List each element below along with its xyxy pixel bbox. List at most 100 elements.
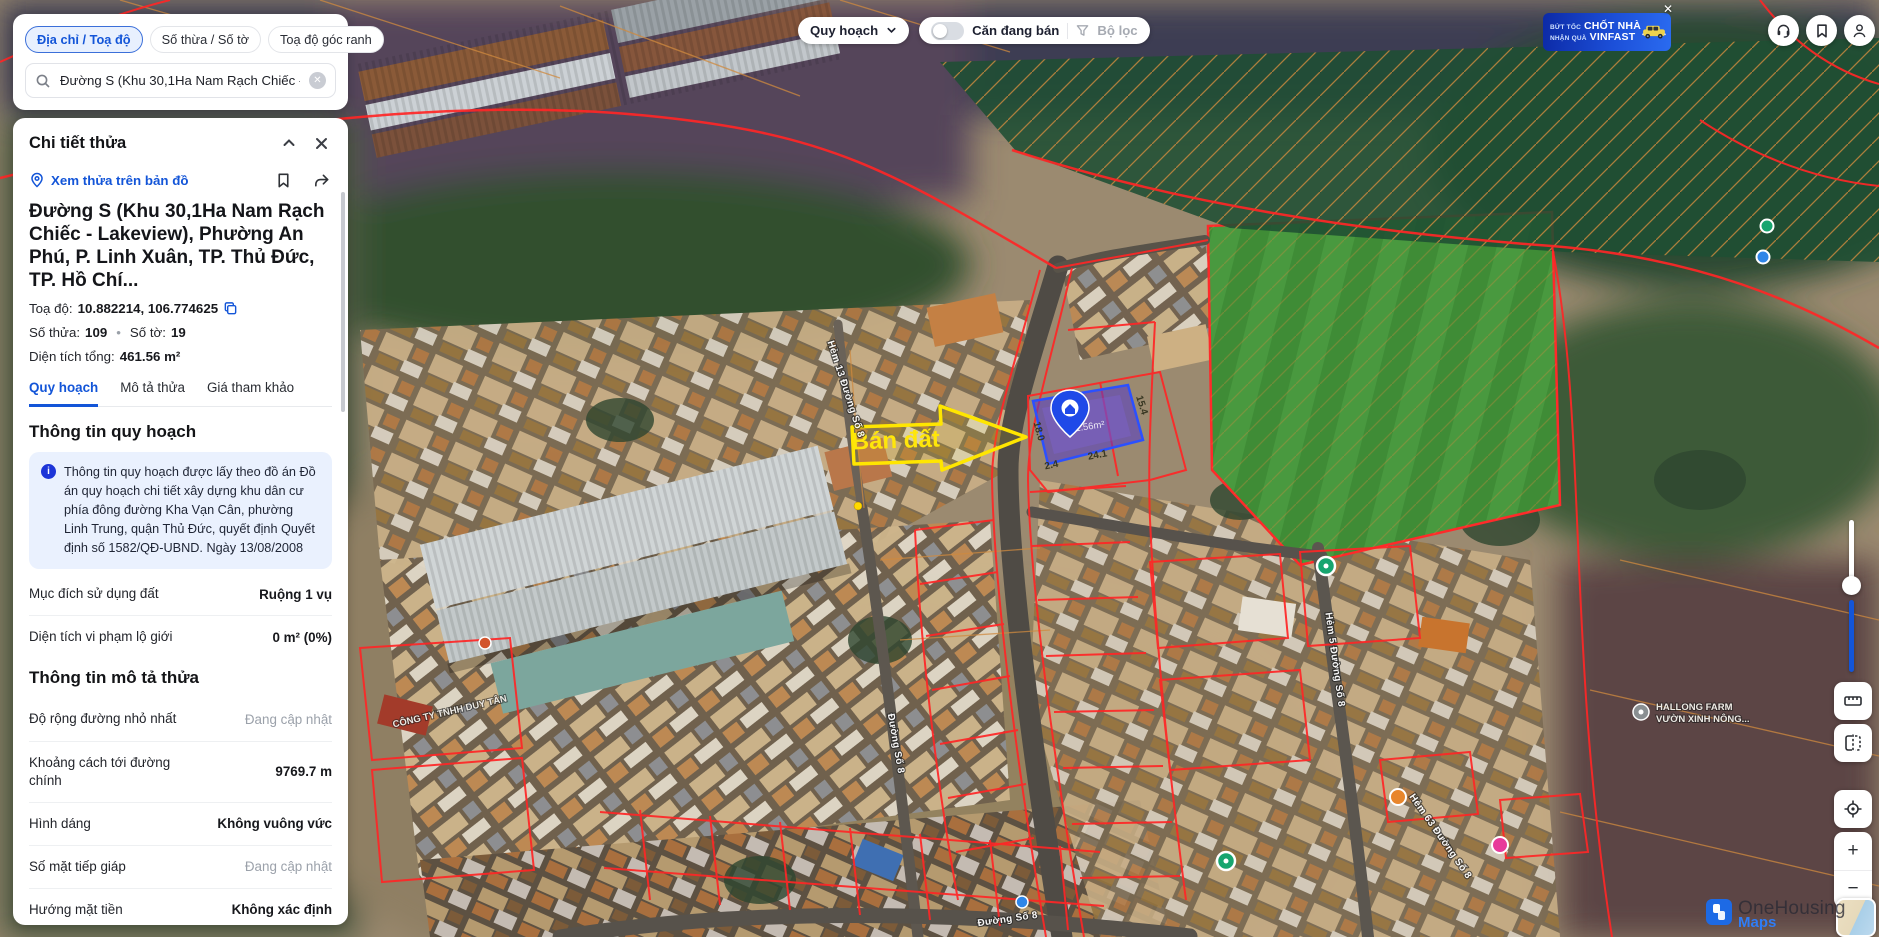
yellow-dot-marker [854,502,862,510]
row-value: 0 m² (0%) [272,630,332,645]
row-adjacent-sides: Số mặt tiếp giáp Đang cập nhật [29,846,332,889]
coords-value: 10.882214, 106.774625 [78,301,219,316]
listings-toggle[interactable] [931,22,964,40]
poi-label-farm-1: HALLONG FARM [1656,702,1733,713]
sheet-number-label: Số tờ: [130,325,166,340]
ad-line2-prefix: NHẬN QUÀ [1550,35,1587,42]
compare-icon [1842,732,1864,754]
info-icon: i [41,464,56,479]
measure-tool-button[interactable] [1834,682,1872,720]
row-min-road-width: Độ rộng đường nhỏ nhất Đang cập nhật [29,698,332,741]
vinfast-ad-banner[interactable]: BỨT TỐCCHỐT NHÀ NHẬN QUÀVINFAST ✕ [1543,13,1671,51]
gps-locate-icon [1842,798,1864,820]
support-headset-button[interactable] [1768,15,1799,46]
total-area-label: Diện tích tổng: [29,349,115,364]
row-label: Độ rộng đường nhỏ nhất [29,710,176,728]
tab-reference-price[interactable]: Giá tham khảo [207,376,294,406]
chevron-down-icon [886,25,897,36]
tab-address-coords[interactable]: Địa chỉ / Toạ độ [25,26,143,53]
panel-title: Chi tiết thửa [29,134,268,153]
row-distance-main-road: Khoảng cách tới đường chính 9769.7 m [29,742,332,803]
bookmark-icon[interactable] [272,169,294,191]
parcel-number-value: 109 [85,325,107,340]
ad-line2: VINFAST [1590,32,1636,43]
map-toolbar: Quy hoạch Căn đang bán Bộ lọc [798,17,1150,44]
person-icon [1851,22,1868,39]
copy-icon[interactable] [223,301,238,316]
row-value: Đang cập nhật [245,712,332,727]
search-input[interactable] [58,72,302,89]
search-box[interactable]: ✕ [25,63,336,98]
filter-button[interactable]: Bộ lọc [1097,23,1137,38]
parcel-address: Đường S (Khu 30,1Ha Nam Rạch Chiếc - Lak… [29,200,332,292]
share-icon[interactable] [310,169,332,191]
detail-tabs: Quy hoạch Mô tả thửa Giá tham khảo [29,376,332,407]
view-on-map-link[interactable]: Xem thửa trên bản đồ [51,173,188,188]
ad-close-icon[interactable]: ✕ [1663,2,1673,16]
search-mode-tabs: Địa chỉ / Toạ độ Số thừa / Số tờ Toạ độ … [25,26,336,53]
row-value: Không vuông vức [217,816,332,831]
clear-search-icon[interactable]: ✕ [309,72,326,89]
row-label: Khoảng cách tới đường chính [29,754,204,790]
saved-bookmark-button[interactable] [1806,15,1837,46]
planning-notice-text: Thông tin quy hoạch được lấy theo đồ án … [64,463,320,558]
tab-description[interactable]: Mô tả thửa [120,376,185,406]
onehousing-logo-icon [1706,899,1732,925]
brand-product: Maps [1738,915,1846,930]
row-value: Đang cập nhật [245,859,332,874]
collapse-chevron-up-icon[interactable] [278,132,300,154]
zoom-in-button[interactable]: + [1834,832,1872,871]
compare-layers-button[interactable] [1834,724,1872,762]
top-right-actions [1768,15,1875,46]
sheet-number-value: 19 [171,325,186,340]
parcel-number-label: Số thửa: [29,325,80,340]
ad-line1-prefix: BỨT TỐC [1550,24,1581,31]
location-pin-icon [29,172,45,188]
total-area-value: 461.56 m² [120,349,181,364]
row-label: Hướng mặt tiền [29,901,123,919]
onehousing-maps-app: 18.0 24.1 15.4 2.4 461.56m² Bán đất Hẻm … [0,0,1879,937]
row-shape: Hình dáng Không vuông vức [29,803,332,846]
slider-track-lower[interactable] [1849,600,1854,672]
map-zoom-slider[interactable] [1849,520,1854,672]
headset-icon [1775,22,1792,39]
coords-label: Toạ độ: [29,301,73,316]
row-label: Hình dáng [29,815,91,833]
row-value: Không xác định [232,902,332,917]
listings-toggle-label: Căn đang bán [972,23,1059,38]
locate-me-button[interactable] [1834,790,1872,828]
ruler-icon [1842,690,1864,712]
divider [1067,23,1068,39]
slider-knob[interactable] [1842,576,1861,595]
field-hatch [1208,212,1560,565]
planning-notice: i Thông tin quy hoạch được lấy theo đồ á… [29,452,332,569]
car-illustration [1641,17,1667,47]
tab-parcel-sheet[interactable]: Số thừa / Số tờ [150,26,261,53]
panel-scrollbar[interactable] [341,192,345,412]
row-violation-area: Diện tích vi phạm lộ giới 0 m² (0%) [29,616,332,658]
account-button[interactable] [1844,15,1875,46]
poi-label-farm-2: VƯỜN XINH NÔNG... [1656,713,1750,725]
close-icon[interactable] [310,132,332,154]
row-label: Số mặt tiếp giáp [29,858,126,876]
tab-planning[interactable]: Quy hoạch [29,376,98,407]
zoom-buttons: + − [1834,832,1872,908]
row-label: Mục đích sử dụng đất [29,585,159,603]
brand-logo: OneHousing Maps [1706,899,1846,930]
row-value: Ruộng 1 vụ [259,587,332,602]
slider-track-upper[interactable] [1849,520,1854,584]
search-icon [35,73,51,89]
row-land-use: Mục đích sử dụng đất Ruộng 1 vụ [29,573,332,616]
filter-funnel-icon [1076,24,1089,37]
description-heading: Thông tin mô tả thửa [29,668,332,688]
row-facade-direction: Hướng mặt tiền Không xác định [29,889,332,925]
parcel-detail-panel: Chi tiết thửa Xem thửa trên bản đồ Đường… [13,118,348,925]
bookmark-icon [1814,23,1830,39]
layers-label: Quy hoạch [810,23,878,38]
planning-heading: Thông tin quy hoạch [29,422,332,442]
tab-corner-coords[interactable]: Toạ độ góc ranh [268,26,384,53]
row-label: Diện tích vi phạm lộ giới [29,628,173,646]
search-panel: Địa chỉ / Toạ độ Số thừa / Số tờ Toạ độ … [13,14,348,110]
listings-filter-pill: Căn đang bán Bộ lọc [919,17,1149,44]
layers-dropdown[interactable]: Quy hoạch [798,17,909,44]
